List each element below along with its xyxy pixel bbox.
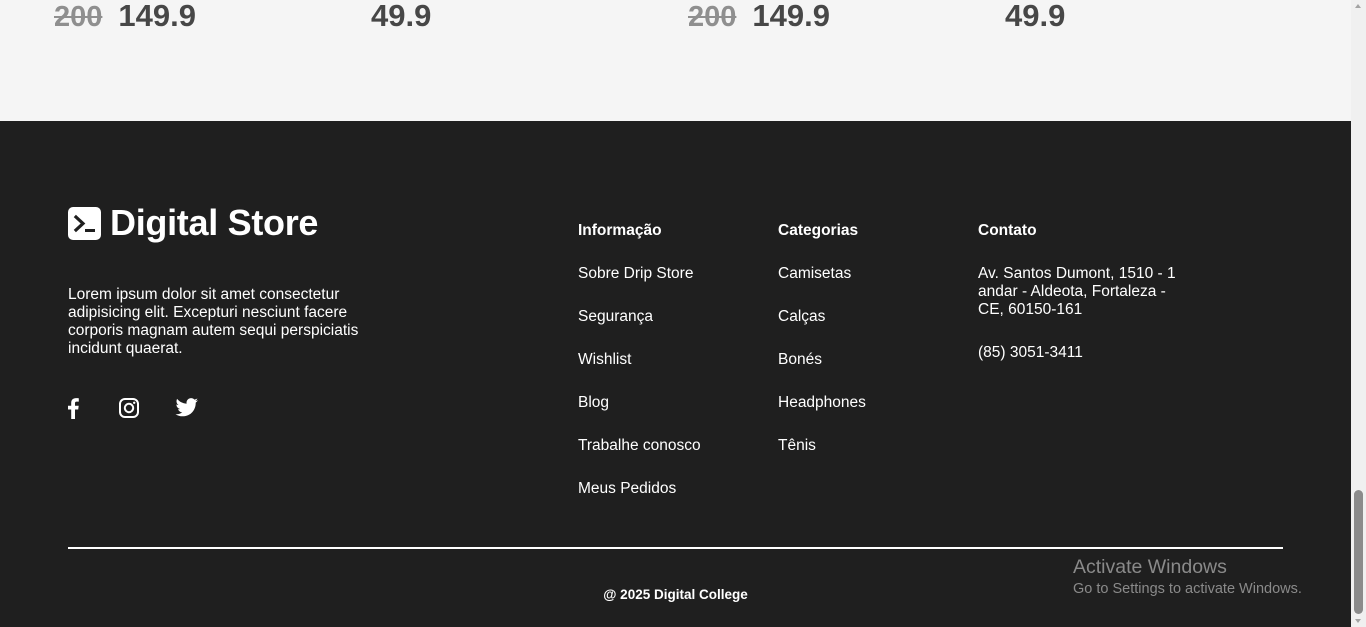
price-group: 49.9 — [1005, 0, 1065, 32]
about-text: Lorem ipsum dolor sit amet consectetur a… — [68, 286, 359, 357]
scroll-down-arrow-icon[interactable] — [1355, 619, 1361, 623]
category-link[interactable]: Tênis — [778, 437, 866, 455]
price-group: 200 149.9 — [688, 0, 830, 33]
vertical-scrollbar[interactable] — [1351, 0, 1366, 627]
info-link[interactable]: Wishlist — [578, 351, 701, 369]
watermark-subtitle: Go to Settings to activate Windows. — [1073, 581, 1302, 597]
info-column: Informação Sobre Drip Store Segurança Wi… — [578, 222, 701, 523]
info-title: Informação — [578, 222, 662, 239]
brand-name: Digital Store — [110, 202, 319, 243]
contact-column: Contato Av. Santos Dumont, 1510 - 1 anda… — [978, 222, 1183, 362]
category-link[interactable]: Bonés — [778, 351, 866, 369]
info-link[interactable]: Sobre Drip Store — [578, 265, 701, 283]
categories-column: Categorias Camisetas Calças Bonés Headph… — [778, 222, 866, 480]
terminal-icon — [68, 206, 101, 240]
scroll-up-arrow-icon[interactable] — [1355, 4, 1361, 8]
old-price: 200 — [54, 1, 103, 33]
brand-logo[interactable]: Digital Store — [68, 205, 318, 241]
scrollbar-thumb[interactable] — [1354, 490, 1363, 614]
windows-activation-watermark: Activate Windows Go to Settings to activ… — [1073, 555, 1302, 599]
facebook-icon[interactable] — [66, 397, 80, 424]
new-price: 149.9 — [752, 0, 830, 33]
new-price: 149.9 — [118, 0, 196, 33]
product-prices-strip: 200 149.9 49.9 200 149.9 49.9 — [0, 0, 1351, 121]
info-link[interactable]: Blog — [578, 394, 701, 412]
info-link[interactable]: Trabalhe conosco — [578, 437, 701, 455]
footer-divider — [68, 547, 1283, 549]
watermark-title: Activate Windows — [1073, 556, 1227, 578]
info-link[interactable]: Meus Pedidos — [578, 480, 701, 498]
social-links — [66, 397, 199, 424]
twitter-icon[interactable] — [175, 398, 199, 423]
contact-title: Contato — [978, 222, 1037, 239]
info-link[interactable]: Segurança — [578, 308, 701, 326]
contact-address: Av. Santos Dumont, 1510 - 1 andar - Alde… — [978, 265, 1176, 318]
categories-title: Categorias — [778, 222, 859, 239]
price-group: 200 149.9 — [54, 0, 196, 33]
contact-phone: (85) 3051-3411 — [978, 344, 1083, 361]
instagram-icon[interactable] — [118, 397, 140, 424]
category-link[interactable]: Camisetas — [778, 265, 866, 283]
new-price: 49.9 — [1005, 0, 1066, 33]
category-link[interactable]: Headphones — [778, 394, 866, 412]
category-link[interactable]: Calças — [778, 308, 866, 326]
new-price: 49.9 — [371, 0, 432, 33]
price-group: 49.9 — [371, 0, 431, 32]
old-price: 200 — [688, 1, 737, 33]
site-footer: Digital Store Lorem ipsum dolor sit amet… — [0, 121, 1351, 627]
